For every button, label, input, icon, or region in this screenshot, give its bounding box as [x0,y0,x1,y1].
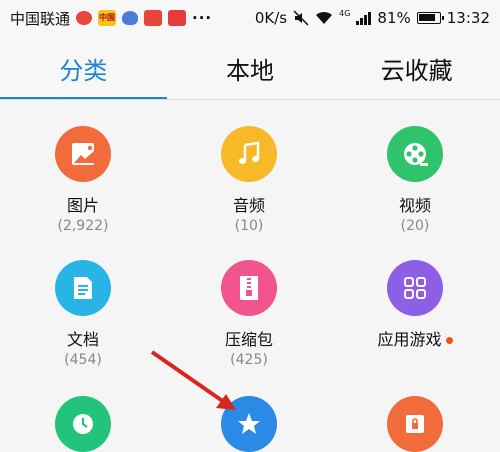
clock-time: 13:32 [446,9,490,27]
category-grid: 图片 (2,922) 音频 (10) 视频 (20) 文档 (454) 压缩包 … [0,100,500,452]
category-label: 压缩包 [224,330,273,349]
clock-icon [55,396,111,452]
mute-icon [293,10,309,26]
weibo-icon [76,11,93,25]
music-icon [221,126,277,182]
category-safe[interactable] [332,396,498,452]
category-label: 文档 [66,330,99,349]
battery-percent: 81% [377,9,411,27]
status-left: 中国联通 中国 ··· [10,8,212,29]
new-badge-dot [445,337,453,344]
category-count: (20) [400,218,430,234]
category-recent[interactable] [0,396,166,452]
bank-icon: 中国 [98,10,117,26]
category-count: (454) [64,352,102,368]
category-label: 应用游戏 [377,330,442,349]
signal-icon [356,11,372,25]
category-label: 视频 [398,196,431,215]
document-icon [55,260,111,316]
annotation-arrow [150,350,236,410]
category-count: (2,922) [57,218,109,234]
category-documents[interactable]: 文档 (454) [0,260,166,368]
safe-icon [387,396,443,452]
apps-icon [387,260,443,316]
more-notifications-icon: ··· [192,9,213,27]
category-video[interactable]: 视频 (20) [332,126,498,234]
paw-icon [122,11,139,25]
stock-icon [168,10,187,26]
tab-bar: 分类 本地 云收藏 [0,36,500,100]
wifi-icon [316,11,333,24]
category-images[interactable]: 图片 (2,922) [0,126,166,234]
category-count: (10) [234,218,264,234]
category-audio[interactable]: 音频 (10) [166,126,332,234]
status-right: 0K/s 4G 81% 13:32 [255,9,490,27]
tab-category[interactable]: 分类 [0,36,167,100]
battery-icon [416,12,444,24]
tab-cloud-favorites[interactable]: 云收藏 [333,36,500,100]
image-icon [55,126,111,182]
network-type: 4G [339,9,351,18]
tab-local[interactable]: 本地 [167,36,334,100]
category-label: 图片 [66,196,99,215]
network-speed: 0K/s [254,9,288,27]
video-icon [387,126,443,182]
category-label: 音频 [232,196,265,215]
carrier-name: 中国联通 [10,9,71,28]
status-bar: 中国联通 中国 ··· 0K/s 4G 81% 13:32 [0,0,500,36]
category-apps-games[interactable]: 应用游戏 [332,260,498,350]
app-notification-icon [144,10,163,26]
category-label-row: 应用游戏 [332,326,498,350]
archive-icon [221,260,277,316]
